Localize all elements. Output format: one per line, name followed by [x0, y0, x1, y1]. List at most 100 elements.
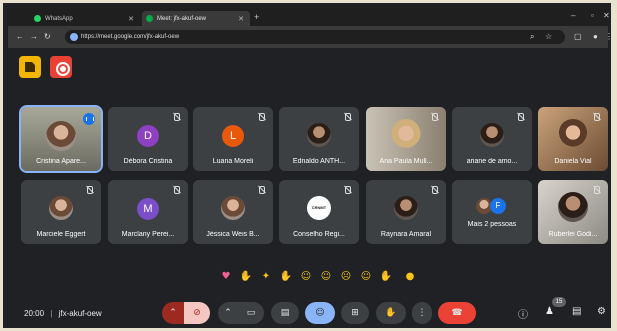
more-reactions-icon[interactable]: ●	[403, 270, 417, 284]
speaking-indicator-icon	[83, 113, 95, 125]
participant-tile[interactable]: Cristina Apare...	[19, 105, 103, 173]
back-icon[interactable]: ←	[16, 32, 24, 41]
participant-photo	[49, 196, 73, 220]
tab-label: WhatsApp	[45, 15, 73, 22]
participant-photo	[558, 192, 588, 222]
address-bar-area: ← → ↻ https://meet.google.com/jfx-akuf-o…	[8, 26, 613, 48]
clap-reaction-icon[interactable]: ✋	[279, 270, 293, 284]
video-options-button[interactable]: ⌃	[218, 302, 238, 324]
close-window-icon[interactable]: ✕	[603, 11, 610, 20]
close-tab-icon[interactable]: ✕	[238, 15, 244, 23]
tab-label: Meet: jfx-akuf-oew	[157, 15, 207, 22]
participant-photo	[307, 123, 331, 147]
surprised-reaction-icon[interactable]: ☺	[319, 270, 333, 284]
participant-tile[interactable]: ariane de amo...	[452, 107, 532, 171]
people-icon[interactable]: ♟	[545, 306, 554, 317]
bookmark-star-icon[interactable]: ☆	[545, 32, 552, 41]
close-tab-icon[interactable]: ✕	[128, 15, 134, 23]
search-icon[interactable]: ⌕	[530, 32, 534, 42]
phone-hangup-icon: ☎	[451, 308, 463, 318]
url-text: https://meet.google.com/jfx-akuf-oew	[81, 34, 180, 40]
captions-icon: ▤	[280, 308, 290, 318]
minimize-icon[interactable]: –	[571, 11, 575, 20]
mic-off-icon	[430, 113, 438, 121]
mic-off-icon	[343, 113, 351, 121]
tab-meet[interactable]: Meet: jfx-akuf-oew ✕	[142, 11, 250, 26]
leave-call-button[interactable]: ☎	[438, 302, 476, 324]
captions-button[interactable]: ▤	[271, 302, 299, 324]
audio-options-button[interactable]: ⌃	[162, 302, 184, 324]
participant-name: Ednaldo ANTH...	[292, 158, 346, 165]
participant-photo	[390, 119, 422, 151]
avatar: F	[490, 198, 506, 214]
participant-name: Marciele Eggert	[36, 231, 86, 238]
participant-photo	[558, 119, 588, 149]
participant-name: Marclany Perei...	[121, 231, 175, 238]
participant-name: Ruberlei Godi...	[548, 231, 598, 238]
mic-off-icon	[516, 113, 524, 121]
avatar: M	[137, 198, 159, 220]
more-vert-icon: ⋮	[417, 308, 427, 318]
mic-off-icon	[257, 113, 265, 121]
participant-tile[interactable]: M Marclany Perei...	[108, 180, 188, 244]
mic-off-icon: ⊘	[193, 308, 201, 318]
participant-logo	[307, 196, 331, 220]
thumbs-up-reaction-icon[interactable]: ✋	[239, 270, 253, 284]
thinking-reaction-icon[interactable]: ☺	[359, 270, 373, 284]
avatar: D	[137, 125, 159, 147]
chat-icon[interactable]: ▤	[572, 306, 581, 317]
reactions-button[interactable]: ☺	[305, 302, 335, 324]
more-options-button[interactable]: ⋮	[412, 302, 432, 324]
participant-tile[interactable]: Ruberlei Godi...	[538, 180, 608, 244]
hand-icon: ✋	[385, 308, 397, 318]
participant-tile[interactable]: Jéssica Weis B...	[193, 180, 273, 244]
party-reaction-icon[interactable]: ✦	[259, 270, 273, 284]
meeting-details-icon[interactable]: ⓘ	[518, 306, 528, 321]
laugh-reaction-icon[interactable]: ☺	[299, 270, 313, 284]
participant-name: Jéssica Weis B...	[206, 231, 260, 238]
participant-tile[interactable]: Conselho Regi...	[279, 180, 359, 244]
thumbs-down-reaction-icon[interactable]: ✋	[379, 270, 393, 284]
participant-tile[interactable]: Daniela Vial	[538, 107, 608, 171]
camera-button[interactable]: ▭	[238, 302, 264, 324]
participants-count-badge: 15	[552, 297, 566, 307]
mic-off-icon	[85, 186, 93, 194]
menu-dots-icon[interactable]: ⋮	[605, 32, 613, 41]
participant-tile[interactable]: Raynara Amaral	[366, 180, 446, 244]
mic-off-icon	[592, 113, 600, 121]
participant-name: Débora Cristina	[123, 158, 173, 165]
meeting-info: 20:00 | jfx-akuf-oew	[24, 309, 102, 318]
url-field[interactable]: https://meet.google.com/jfx-akuf-oew	[65, 30, 565, 44]
participant-tile[interactable]: L Luana Moreli	[193, 107, 273, 171]
participant-photo	[221, 196, 245, 220]
participant-tile[interactable]: D Débora Cristina	[108, 107, 188, 171]
raise-hand-button[interactable]: ✋	[376, 302, 406, 324]
notes-button[interactable]	[19, 56, 41, 78]
reload-icon[interactable]: ↻	[44, 32, 51, 41]
tab-whatsapp[interactable]: WhatsApp ✕	[30, 11, 140, 26]
sad-reaction-icon[interactable]: ☹	[339, 270, 353, 284]
recording-button[interactable]	[50, 56, 72, 78]
more-participants-label: Mais 2 pessoas	[467, 221, 517, 228]
chevron-up-icon: ⌃	[224, 308, 232, 318]
site-info-icon[interactable]	[70, 33, 78, 41]
participant-name: Daniela Vial	[554, 158, 592, 165]
participant-photo	[46, 121, 76, 151]
extensions-icon[interactable]: ▢	[574, 32, 582, 41]
microphone-button[interactable]: ⊘	[184, 302, 210, 324]
mic-off-icon	[257, 186, 265, 194]
participant-tile[interactable]: Ednaldo ANTH...	[279, 107, 359, 171]
forward-icon[interactable]: →	[30, 32, 38, 41]
participant-tile[interactable]: Marciele Eggert	[21, 180, 101, 244]
profile-icon[interactable]: ●	[593, 32, 598, 41]
participant-tile[interactable]: Ana Paula Mull...	[366, 107, 446, 171]
heart-reaction-icon[interactable]: ♥	[219, 270, 233, 284]
participant-name: ariane de amo...	[466, 158, 518, 165]
chevron-up-icon: ⌃	[169, 308, 177, 318]
maximize-icon[interactable]: ▫	[591, 11, 594, 20]
activities-icon[interactable]: ⚙	[597, 306, 606, 317]
present-screen-button[interactable]: ⊞	[341, 302, 369, 324]
new-tab-icon[interactable]: +	[254, 12, 259, 22]
more-participants-tile[interactable]: F Mais 2 pessoas	[452, 180, 532, 244]
participant-name: Conselho Regi...	[293, 231, 345, 238]
